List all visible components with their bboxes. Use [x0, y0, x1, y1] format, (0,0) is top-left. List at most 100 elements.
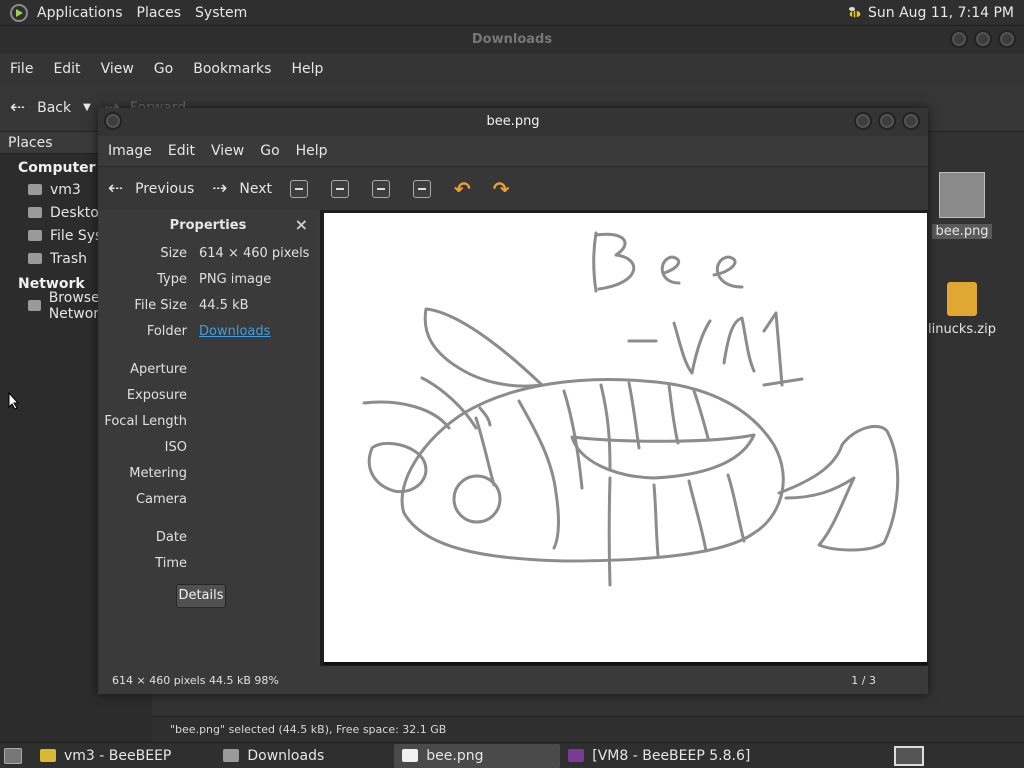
bee-drawing-image[interactable] — [324, 213, 927, 665]
fm-menu-view[interactable]: View — [91, 61, 144, 77]
virtual-machine-icon — [568, 749, 585, 762]
rotate-right-icon[interactable]: ↷ — [493, 177, 510, 201]
fm-menu-go[interactable]: Go — [144, 61, 183, 77]
image-file-icon — [939, 172, 985, 218]
clock[interactable]: Sun Aug 11, 7:14 PM — [868, 5, 1014, 21]
menu-applications[interactable]: Applications — [30, 5, 130, 21]
properties-header: Properties × — [98, 210, 318, 240]
image-viewer-toolbar: ⇠ Previous ⇢ Next ↶ ↷ — [98, 166, 928, 210]
property-exposure: Exposure — [98, 382, 318, 408]
viewer-menu-view[interactable]: View — [203, 143, 252, 159]
fm-menu-edit[interactable]: Edit — [43, 61, 90, 77]
viewer-menu-edit[interactable]: Edit — [160, 143, 203, 159]
zoom-out-icon[interactable] — [330, 179, 349, 198]
previous-arrow-icon: ⇠ — [108, 178, 124, 199]
close-button[interactable] — [998, 30, 1016, 48]
drive-icon — [28, 230, 42, 241]
zoom-in-icon[interactable] — [289, 179, 308, 198]
image-viewer-menubar: Image Edit View Go Help — [98, 136, 928, 166]
task-downloads[interactable]: Downloads — [215, 744, 332, 768]
property-label: Focal Length — [104, 413, 187, 429]
details-button[interactable]: Details — [176, 584, 226, 608]
previous-label: Previous — [135, 180, 195, 197]
viewer-menu-go[interactable]: Go — [252, 143, 287, 159]
window-menu-button[interactable] — [104, 112, 122, 130]
image-viewer-window: bee.png Image Edit View Go Help ⇠ Previo… — [98, 108, 928, 694]
fm-menu-help[interactable]: Help — [281, 61, 333, 77]
show-desktop-icon[interactable] — [4, 747, 22, 764]
property-label: Aperture — [130, 361, 187, 377]
rotate-left-icon[interactable]: ↶ — [454, 177, 471, 201]
task-vm3-beebeep[interactable]: vm3 - BeeBEEP — [32, 744, 179, 768]
menu-places[interactable]: Places — [130, 5, 189, 21]
close-properties-icon[interactable]: × — [295, 215, 308, 234]
system-tray: Sun Aug 11, 7:14 PM — [846, 5, 1024, 21]
property-file-size: File Size 44.5 kB — [98, 292, 318, 318]
image-viewer-title: bee.png — [486, 114, 540, 129]
next-label: Next — [239, 180, 272, 197]
maximize-button[interactable] — [878, 112, 896, 130]
desktop-folder-icon — [28, 207, 42, 218]
property-label: Type — [157, 271, 187, 287]
property-label: Date — [155, 529, 187, 545]
zoom-fit-icon[interactable] — [412, 179, 431, 198]
file-item-bee-png[interactable]: bee.png — [932, 172, 992, 239]
property-label: Size — [160, 245, 187, 261]
menu-system[interactable]: System — [188, 5, 254, 21]
workspace-switcher-icon[interactable] — [894, 745, 924, 766]
folder-icon — [223, 749, 240, 762]
task-label: Downloads — [247, 747, 325, 764]
zoom-normal-icon[interactable] — [371, 179, 390, 198]
properties-panel: Properties × Size 614 × 460 pixels Type … — [98, 210, 318, 666]
image-viewer-app-icon — [402, 749, 419, 762]
viewer-menu-help[interactable]: Help — [288, 143, 336, 159]
image-viewer-window-buttons — [854, 112, 920, 130]
file-name: linucks.zip — [928, 322, 996, 337]
viewer-menu-image[interactable]: Image — [100, 143, 160, 159]
close-button[interactable] — [902, 112, 920, 130]
image-canvas[interactable] — [320, 210, 928, 666]
beebeep-app-icon — [40, 749, 56, 762]
minimize-button[interactable] — [854, 112, 872, 130]
property-label: Folder — [146, 323, 187, 339]
property-label: Time — [155, 555, 187, 571]
back-button[interactable]: ⇠ Back ▼ — [10, 97, 91, 118]
image-info-status: 614 × 460 pixels 44.5 kB 98% — [112, 673, 279, 687]
back-arrow-icon: ⇠ — [10, 97, 26, 118]
folder-link[interactable]: Downloads — [187, 324, 270, 339]
previous-button[interactable]: ⇠ Previous — [108, 178, 194, 199]
fm-menu-file[interactable]: File — [0, 61, 43, 77]
back-dropdown-icon[interactable]: ▼ — [83, 102, 91, 113]
maximize-button[interactable] — [974, 30, 992, 48]
applications-logo-icon[interactable] — [10, 3, 28, 22]
beebeep-tray-icon[interactable] — [846, 6, 862, 20]
bee-drawing — [362, 231, 900, 587]
sidebar-item-label: Trash — [50, 250, 87, 267]
file-manager-titlebar[interactable]: Downloads — [0, 26, 1024, 54]
trash-icon — [28, 253, 42, 264]
fm-menu-bookmarks[interactable]: Bookmarks — [183, 61, 281, 77]
property-camera: Camera — [98, 486, 318, 512]
task-label: [VM8 - BeeBEEP 5.8.6] — [592, 747, 751, 764]
task-label: bee.png — [426, 747, 484, 764]
task-vm8-beebeep[interactable]: [VM8 - BeeBEEP 5.8.6] — [560, 744, 758, 768]
property-label: ISO — [164, 439, 187, 455]
properties-title: Properties — [169, 217, 247, 233]
file-manager-window-buttons — [950, 30, 1016, 48]
file-name: bee.png — [932, 224, 992, 239]
file-manager-menubar: File Edit View Go Bookmarks Help — [0, 54, 1024, 84]
bottom-taskbar: vm3 - BeeBEEP Downloads bee.png [VM8 - B… — [0, 742, 1024, 768]
image-viewer-titlebar[interactable]: bee.png — [98, 108, 928, 136]
sidebar-item-label: vm3 — [50, 181, 81, 198]
property-size: Size 614 × 460 pixels — [98, 240, 318, 266]
property-date: Date — [98, 524, 318, 550]
property-metering: Metering — [98, 460, 318, 486]
property-value: 44.5 kB — [199, 297, 249, 313]
minimize-button[interactable] — [950, 30, 968, 48]
back-label: Back — [37, 99, 72, 116]
task-bee-png[interactable]: bee.png — [394, 743, 561, 768]
property-value: PNG image — [199, 271, 272, 287]
property-time: Time — [98, 550, 318, 576]
property-value: 614 × 460 pixels — [199, 245, 310, 261]
next-button[interactable]: ⇢ Next — [212, 178, 272, 199]
